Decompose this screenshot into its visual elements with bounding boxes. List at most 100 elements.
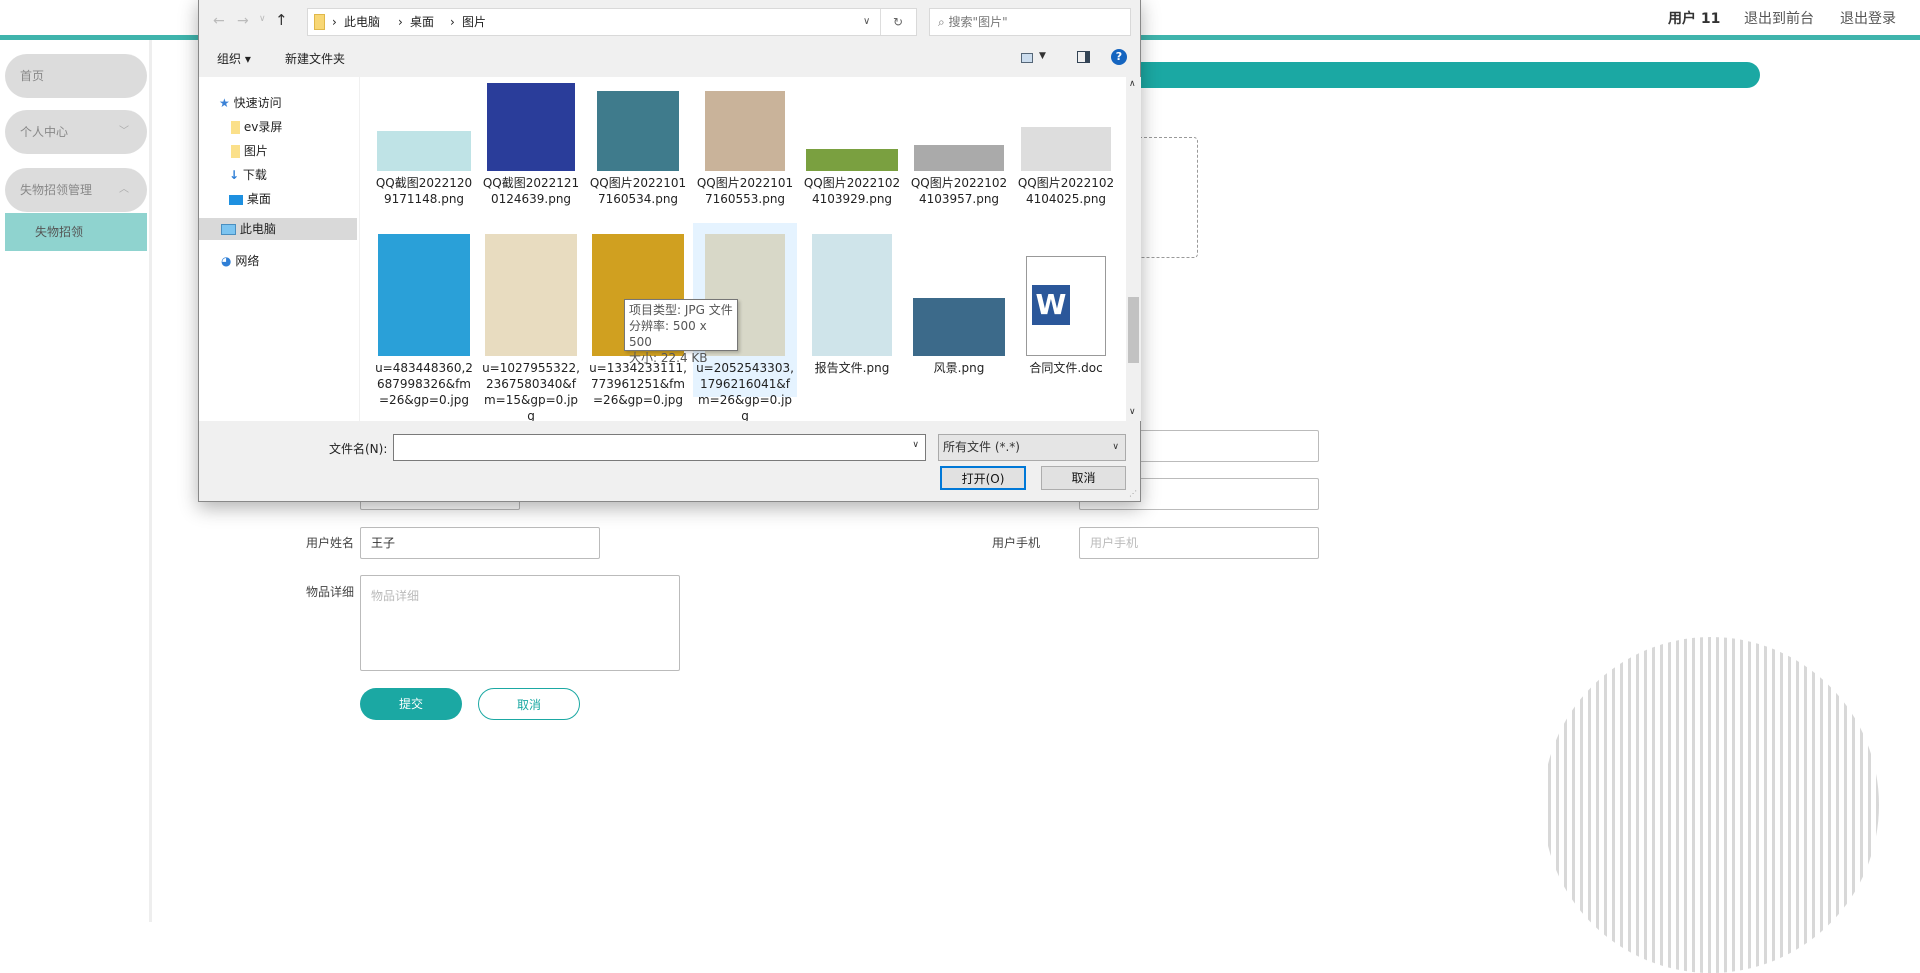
search-icon: ⌕ [938, 15, 949, 29]
file-name: QQ图片20221017160553.png [696, 176, 794, 206]
detail-label: 物品详细 [306, 585, 355, 599]
nav-pictures[interactable]: 图片 [231, 140, 268, 162]
image-thumbnail-icon [485, 234, 577, 356]
image-thumbnail-icon [377, 131, 471, 171]
scrollbar[interactable]: ∧ ∨ [1126, 77, 1141, 421]
navigation-pane: ★ 快速访问 ev录屏 图片 ↓ 下载 桌面 此电脑 ◕ 网络 [199, 77, 359, 421]
image-thumbnail-icon [914, 145, 1004, 171]
file-name: u=1334233111,773961251&fm=26&gp=0.jpg [589, 361, 687, 407]
submit-button[interactable]: 提交 [360, 688, 462, 720]
open-button[interactable]: 打开(O) [940, 466, 1026, 490]
file-item[interactable]: 风景.png [907, 231, 1011, 376]
address-bar[interactable]: › 此电脑 › 桌面 › 图片 ∨ ↻ [307, 8, 917, 36]
file-item[interactable]: QQ图片20221017160553.png [693, 77, 797, 207]
nav-ev-folder[interactable]: ev录屏 [231, 116, 282, 138]
back-to-front-link[interactable]: 退出到前台 [1744, 8, 1814, 28]
user-name: 用户 11 [1668, 11, 1721, 27]
desktop-icon [229, 194, 243, 205]
filename-label: 文件名(N): [329, 442, 388, 456]
breadcrumb-item[interactable]: 此电脑 [344, 9, 380, 35]
nav-quick-access[interactable]: ★ 快速访问 [219, 92, 282, 114]
filetype-select[interactable]: 所有文件 (*.*) ∨ [938, 434, 1126, 461]
new-folder-button[interactable]: 新建文件夹 [285, 45, 345, 73]
file-name: u=2052543303,1796216041&fm=26&gp=0.jpg [696, 361, 794, 421]
nav-downloads[interactable]: ↓ 下载 [229, 164, 267, 186]
sidebar-item-label: 个人中心 [20, 125, 69, 139]
name-input[interactable]: 王子 [360, 527, 600, 559]
view-dropdown-icon[interactable]: ▼ [1039, 51, 1046, 61]
detail-textarea[interactable]: 物品详细 [360, 575, 680, 671]
breadcrumb-item[interactable]: 图片 [462, 9, 486, 35]
file-name: u=1027955322,2367580340&fm=15&gp=0.jpg [482, 361, 580, 421]
nav-desktop[interactable]: 桌面 [229, 188, 271, 210]
nav-this-pc[interactable]: 此电脑 [199, 218, 357, 240]
sidebar-item-lost-found[interactable]: 失物招领 [5, 213, 147, 251]
image-thumbnail-icon [812, 234, 892, 356]
forward-icon[interactable]: → [237, 13, 249, 29]
help-icon[interactable]: ? [1111, 49, 1127, 65]
file-name: QQ图片20221024103957.png [910, 176, 1008, 206]
file-name: u=483448360,2687998326&fm=26&gp=0.jpg [375, 361, 473, 407]
chevron-down-icon[interactable]: ∨ [863, 9, 870, 35]
folder-icon [231, 145, 240, 158]
file-name: QQ截图20221210124639.png [482, 176, 580, 206]
cancel-button[interactable]: 取消 [478, 688, 580, 720]
logout-link[interactable]: 退出登录 [1840, 8, 1896, 28]
nav-network[interactable]: ◕ 网络 [221, 250, 259, 272]
dialog-cancel-button[interactable]: 取消 [1041, 466, 1126, 490]
file-item[interactable]: QQ图片20221024103929.png [800, 77, 904, 207]
phone-input[interactable]: 用户手机 [1079, 527, 1319, 559]
word-document-icon: W [1026, 256, 1106, 356]
file-name: QQ图片20221024103929.png [803, 176, 901, 206]
file-item[interactable]: QQ图片20221017160534.png [586, 77, 690, 207]
resize-grip-icon[interactable]: ⋰ [1129, 489, 1137, 498]
chevron-down-icon: ﹀ [119, 126, 129, 137]
chevron-up-icon: ︿ [119, 184, 129, 195]
phone-label: 用户手机 [992, 536, 1041, 550]
image-thumbnail-icon [1021, 127, 1111, 171]
file-item[interactable]: u=1027955322,2367580340&fm=15&gp=0.jpg [479, 231, 583, 421]
file-name: QQ截图20221209171148.png [375, 176, 473, 206]
download-icon: ↓ [229, 168, 240, 182]
decorative-striped-circle [1543, 637, 1879, 973]
computer-icon [221, 224, 236, 235]
preview-pane-icon[interactable] [1077, 51, 1090, 63]
file-item[interactable]: W 合同文件.doc [1014, 231, 1118, 376]
sidebar-item-lost-found-mgmt[interactable]: 失物招领管理 ︿ [5, 168, 147, 212]
file-list: QQ截图20221209171148.png QQ截图20221210124639… [360, 77, 1126, 421]
file-name: 风景.png [933, 361, 985, 375]
file-item[interactable]: QQ截图20221209171148.png [372, 77, 476, 207]
up-icon[interactable]: ↑ [275, 11, 288, 29]
image-thumbnail-icon [913, 298, 1005, 356]
network-icon: ◕ [221, 254, 232, 268]
filename-input[interactable]: ∨ [393, 434, 926, 461]
star-icon: ★ [219, 96, 230, 110]
organize-menu[interactable]: 组织 ▾ [217, 45, 251, 73]
tooltip-line: 分辨率: 500 x 500 [629, 319, 707, 349]
file-open-dialog: ← → ∨ ↑ › 此电脑 › 桌面 › 图片 ∨ ↻ ⌕ 搜索"图片" 组织 … [198, 0, 1141, 502]
breadcrumb-item[interactable]: 桌面 [410, 9, 434, 35]
sidebar-item-personal[interactable]: 个人中心 ﹀ [5, 110, 147, 154]
file-item[interactable]: QQ截图20221210124639.png [479, 77, 583, 207]
search-input[interactable]: ⌕ 搜索"图片" [929, 8, 1131, 36]
sidebar: 首页 个人中心 ﹀ 失物招领管理 ︿ 失物招领 [0, 40, 152, 922]
image-thumbnail-icon [705, 91, 785, 171]
file-item[interactable]: QQ图片20221024103957.png [907, 77, 1011, 207]
sidebar-item-label: 失物招领管理 [20, 183, 93, 197]
file-item[interactable]: QQ图片20221024104025.png [1014, 77, 1118, 207]
file-tooltip: 项目类型: JPG 文件 分辨率: 500 x 500 大小: 22.4 KB [624, 299, 738, 365]
image-thumbnail-icon [597, 91, 679, 171]
image-thumbnail-icon [378, 234, 470, 356]
recent-dropdown-icon[interactable]: ∨ [259, 14, 266, 24]
file-name: 报告文件.png [814, 361, 890, 375]
folder-icon [314, 14, 325, 30]
tooltip-line: 项目类型: JPG 文件 [629, 303, 733, 317]
view-options-icon[interactable] [1021, 53, 1033, 63]
file-name: QQ图片20221024104025.png [1017, 176, 1115, 206]
image-thumbnail-icon [806, 149, 898, 171]
refresh-icon[interactable]: ↻ [893, 9, 903, 35]
file-item[interactable]: u=483448360,2687998326&fm=26&gp=0.jpg [372, 231, 476, 408]
sidebar-item-home[interactable]: 首页 [5, 54, 147, 98]
file-item[interactable]: 报告文件.png [800, 231, 904, 376]
back-icon[interactable]: ← [213, 13, 225, 29]
